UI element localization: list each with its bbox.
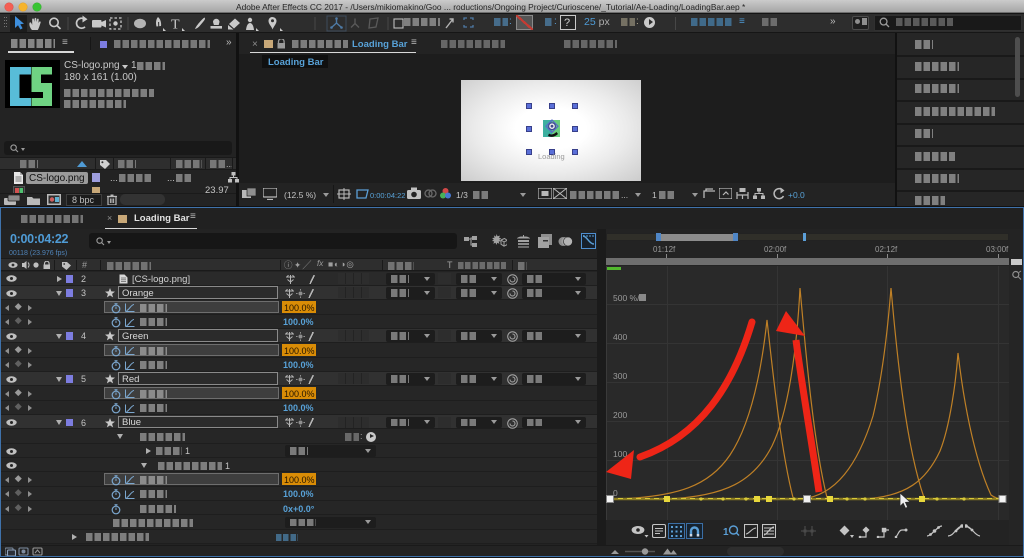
svg-text:500 %/: 500 %/ <box>613 293 640 303</box>
svg-text:T: T <box>171 18 180 33</box>
svg-text:200: 200 <box>613 410 627 420</box>
svg-text:400: 400 <box>613 332 627 342</box>
svg-text:1: 1 <box>723 527 729 538</box>
svg-text:300: 300 <box>613 371 627 381</box>
